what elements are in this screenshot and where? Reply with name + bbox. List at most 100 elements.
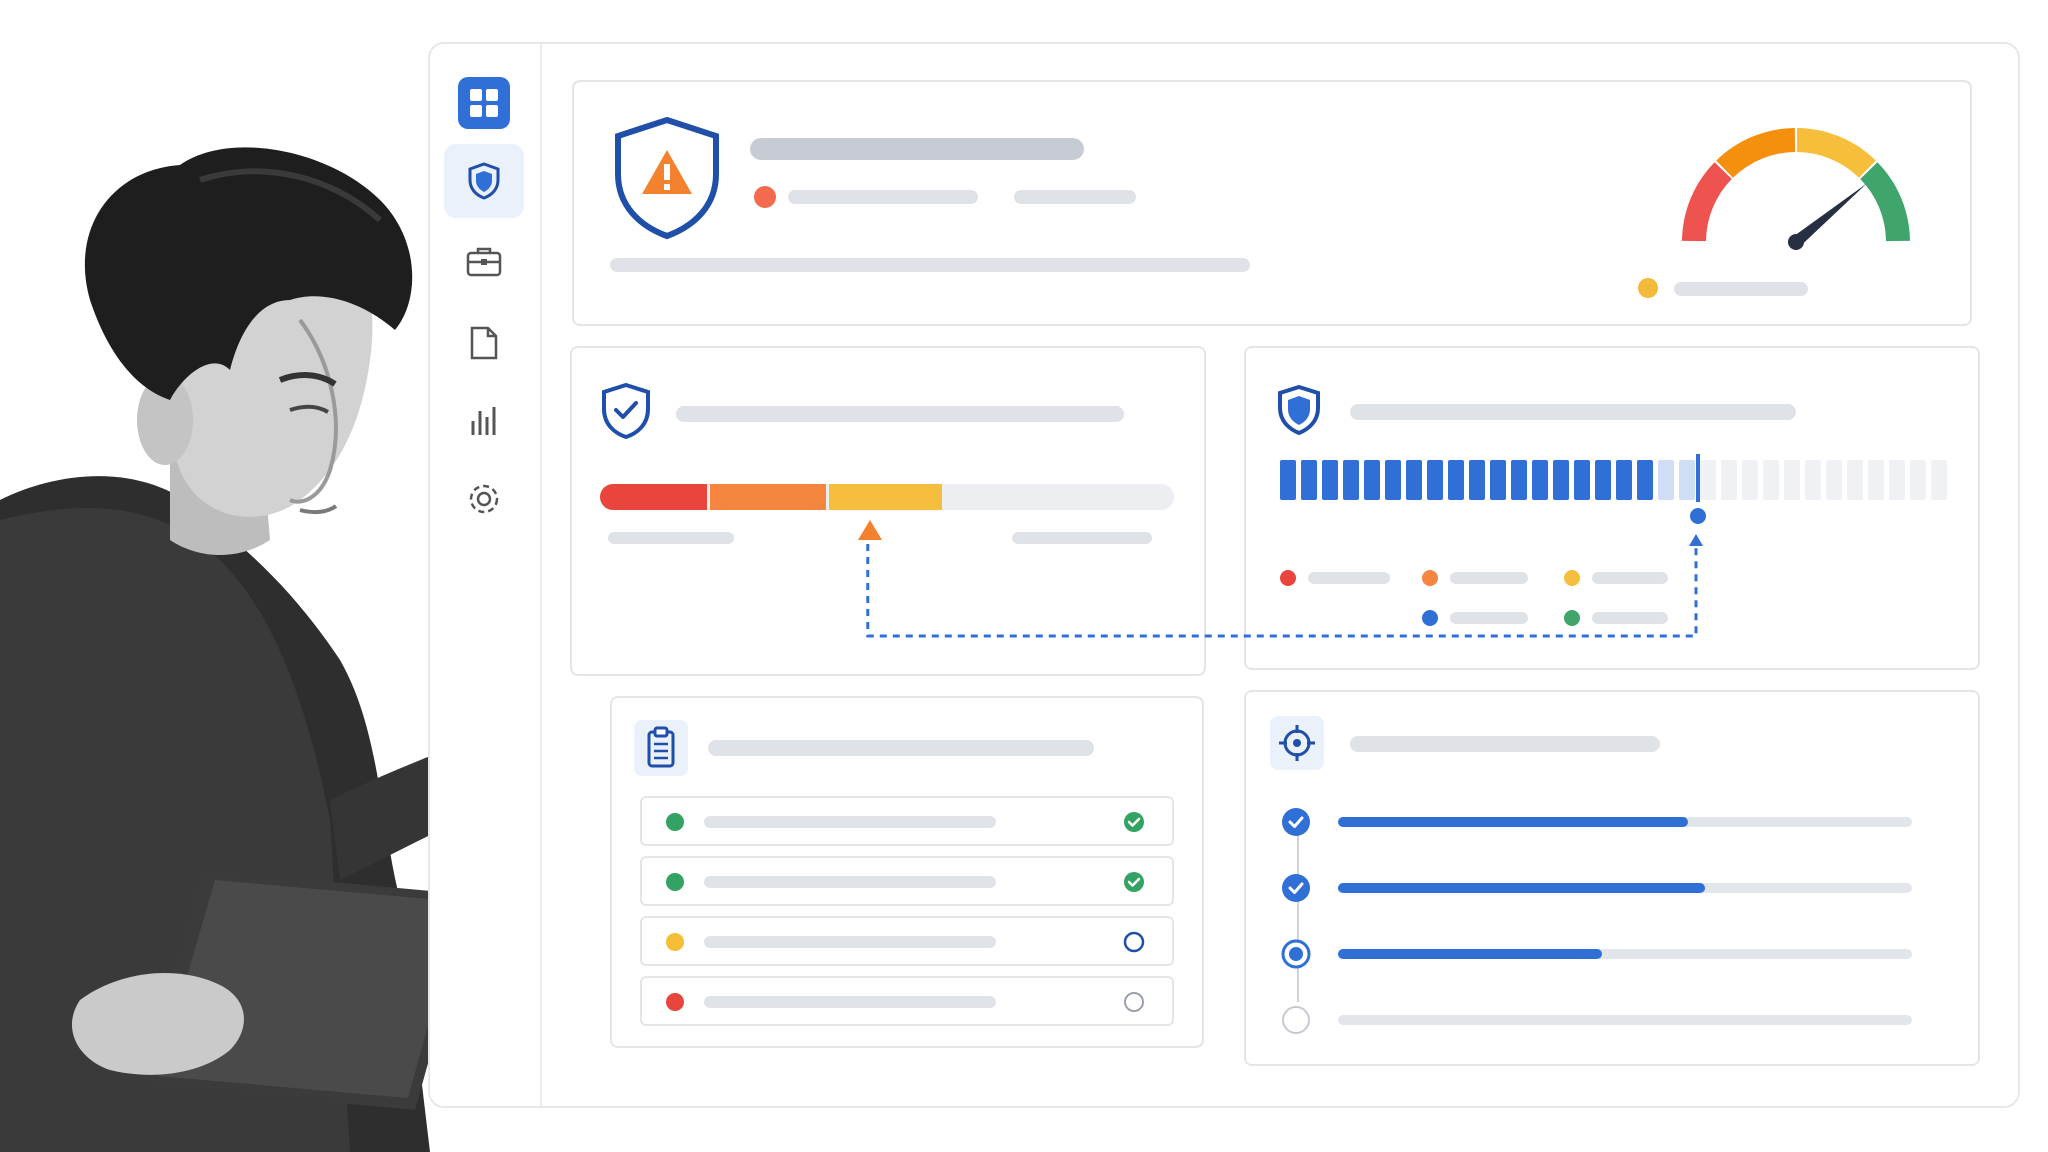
coverage-block bbox=[1448, 460, 1464, 500]
legend-dot bbox=[1280, 570, 1296, 586]
sidebar-item-security[interactable] bbox=[444, 144, 524, 218]
gauge-segment bbox=[1682, 162, 1732, 242]
coverage-title-placeholder bbox=[1350, 404, 1796, 420]
legend-label-placeholder bbox=[1308, 572, 1390, 584]
risk-segment bbox=[829, 484, 943, 510]
step-progress-track bbox=[1338, 817, 1912, 827]
coverage-block bbox=[1427, 460, 1443, 500]
clipboard-icon bbox=[647, 726, 675, 768]
step-active-icon[interactable] bbox=[1280, 938, 1312, 970]
risk-level-card[interactable] bbox=[570, 346, 1206, 676]
coverage-block bbox=[1406, 460, 1422, 500]
row-severity-dot bbox=[666, 813, 684, 831]
row-label-placeholder bbox=[704, 996, 996, 1008]
gauge-needle bbox=[1792, 183, 1867, 247]
row-label-placeholder bbox=[704, 816, 996, 828]
coverage-block bbox=[1280, 460, 1296, 500]
coverage-block bbox=[1742, 460, 1758, 500]
gauge-indicator-dot bbox=[1638, 278, 1658, 298]
risk-gauge bbox=[1682, 128, 1910, 250]
legend-label-placeholder bbox=[1450, 572, 1528, 584]
document-icon bbox=[470, 326, 498, 360]
step-progress-fill bbox=[1338, 883, 1706, 893]
row-severity-dot bbox=[666, 933, 684, 951]
sidebar-item-cases[interactable] bbox=[444, 224, 524, 298]
coverage-block bbox=[1658, 460, 1674, 500]
targets-title-placeholder bbox=[1350, 736, 1660, 752]
sidebar-item-reports[interactable] bbox=[444, 384, 524, 458]
step-done-icon[interactable] bbox=[1280, 806, 1312, 838]
coverage-block bbox=[1826, 460, 1842, 500]
coverage-block bbox=[1721, 460, 1737, 500]
coverage-block bbox=[1385, 460, 1401, 500]
shield-icon bbox=[468, 162, 500, 200]
coverage-block bbox=[1301, 460, 1317, 500]
coverage-block bbox=[1553, 460, 1569, 500]
empty-circle-icon bbox=[1124, 992, 1144, 1012]
bar-chart-icon bbox=[471, 407, 496, 435]
risk-level-marker bbox=[857, 520, 882, 540]
legend-dot bbox=[1422, 570, 1438, 586]
checklist-row[interactable] bbox=[640, 916, 1174, 966]
step-progress-track bbox=[1338, 883, 1912, 893]
targets-progress-card[interactable] bbox=[1244, 690, 1980, 1066]
shield-warning-icon bbox=[615, 116, 719, 240]
coverage-marker bbox=[1690, 454, 1706, 524]
row-label-placeholder bbox=[704, 936, 996, 948]
checklist-title-placeholder bbox=[708, 740, 1094, 756]
step-done-icon[interactable] bbox=[1280, 872, 1312, 904]
legend-label-placeholder bbox=[1592, 612, 1668, 624]
row-severity-dot bbox=[666, 993, 684, 1011]
checklist-row[interactable] bbox=[640, 976, 1174, 1026]
step-progress-fill bbox=[1338, 949, 1603, 959]
coverage-block bbox=[1322, 460, 1338, 500]
check-circle-icon bbox=[1124, 812, 1144, 832]
row-severity-dot bbox=[666, 873, 684, 891]
coverage-card[interactable] bbox=[1244, 346, 1980, 670]
apps-grid-icon bbox=[458, 77, 510, 129]
checklist-card[interactable] bbox=[610, 696, 1204, 1048]
sidebar-item-apps[interactable] bbox=[444, 66, 524, 140]
clipboard-icon-tile bbox=[634, 720, 688, 776]
dashboard-window bbox=[428, 42, 2020, 1108]
checklist-row[interactable] bbox=[640, 796, 1174, 846]
coverage-block bbox=[1910, 460, 1926, 500]
shield-icon bbox=[1278, 384, 1320, 436]
coverage-block bbox=[1616, 460, 1632, 500]
coverage-block bbox=[1784, 460, 1800, 500]
sidebar-item-documents[interactable] bbox=[444, 306, 524, 380]
risk-segment bbox=[945, 484, 1174, 510]
coverage-block bbox=[1574, 460, 1590, 500]
coverage-block bbox=[1595, 460, 1611, 500]
alert-description-placeholder bbox=[610, 258, 1250, 272]
gauge-segment bbox=[1716, 128, 1796, 178]
coverage-block bbox=[1805, 460, 1821, 500]
step-progress-track bbox=[1338, 949, 1912, 959]
gauge-hub bbox=[1788, 234, 1804, 250]
sidebar-item-settings[interactable] bbox=[444, 462, 524, 536]
briefcase-icon bbox=[466, 247, 502, 277]
legend-dot bbox=[1422, 610, 1438, 626]
checklist-row[interactable] bbox=[640, 856, 1174, 906]
coverage-block bbox=[1763, 460, 1779, 500]
coverage-block bbox=[1364, 460, 1380, 500]
alert-title-placeholder bbox=[750, 138, 1084, 160]
alert-summary-card[interactable] bbox=[572, 80, 1972, 326]
step-empty-icon[interactable] bbox=[1280, 1004, 1312, 1036]
legend-label-placeholder bbox=[1592, 572, 1668, 584]
coverage-block bbox=[1931, 460, 1947, 500]
coverage-block bbox=[1868, 460, 1884, 500]
pending-circle-icon bbox=[1123, 931, 1145, 953]
gear-icon bbox=[469, 484, 499, 514]
coverage-block bbox=[1847, 460, 1863, 500]
coverage-block bbox=[1532, 460, 1548, 500]
alert-status-dot bbox=[754, 186, 776, 208]
coverage-meter bbox=[1280, 460, 1947, 500]
target-icon bbox=[1279, 725, 1315, 761]
coverage-block bbox=[1490, 460, 1506, 500]
alert-meta-placeholder-1 bbox=[788, 190, 978, 204]
legend-dot bbox=[1564, 610, 1580, 626]
gauge-label-placeholder bbox=[1674, 282, 1808, 296]
row-label-placeholder bbox=[704, 876, 996, 888]
legend-label-placeholder bbox=[1450, 612, 1528, 624]
